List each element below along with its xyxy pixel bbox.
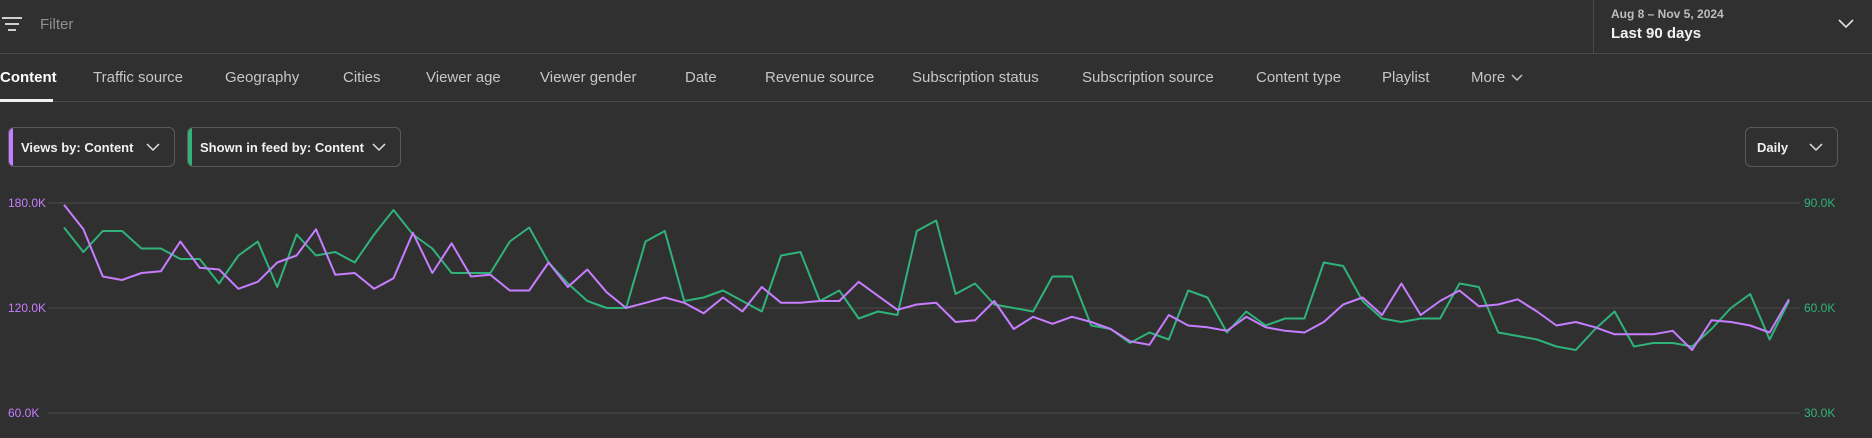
interval-label: Daily xyxy=(1757,139,1789,155)
chevron-down-icon xyxy=(1809,143,1823,152)
feed-series-color xyxy=(188,128,192,166)
dimension-tabs: Content Traffic source Geography Cities … xyxy=(0,54,1872,102)
date-range-label: Last 90 days xyxy=(1611,25,1702,42)
filter-input[interactable]: Filter xyxy=(40,16,73,33)
date-range-dates: Aug 8 – Nov 5, 2024 xyxy=(1611,7,1724,21)
tab-subscription-status[interactable]: Subscription status xyxy=(912,69,1039,86)
tab-more[interactable]: More xyxy=(1471,69,1523,86)
chevron-down-icon xyxy=(372,143,386,152)
filter-list-icon[interactable] xyxy=(2,17,24,35)
top-filter-bar: Filter Aug 8 – Nov 5, 2024 Last 90 days xyxy=(0,0,1872,54)
right-axis-tick-label: 90.0K xyxy=(1804,196,1835,210)
active-tab-indicator xyxy=(0,99,53,102)
feed-metric-selector[interactable]: Shown in feed by: Content xyxy=(187,127,401,167)
date-range-selector[interactable]: Aug 8 – Nov 5, 2024 Last 90 days xyxy=(1593,0,1872,53)
left-axis-tick-label: 180.0K xyxy=(8,196,46,210)
feed-selector-label: Shown in feed by: Content xyxy=(200,139,364,155)
chevron-down-icon xyxy=(146,143,160,152)
chevron-down-icon xyxy=(1838,19,1854,29)
views-selector-label: Views by: Content xyxy=(21,139,134,155)
right-axis-tick-label: 30.0K xyxy=(1804,406,1835,420)
views-metric-selector[interactable]: Views by: Content xyxy=(8,127,175,167)
tab-more-label: More xyxy=(1471,69,1506,86)
left-axis-tick-label: 120.0K xyxy=(8,301,46,315)
line-chart: 180.0K 90.0K 120.0K 60.0K 60.0K 30.0K xyxy=(8,196,1835,420)
tab-viewer-gender[interactable]: Viewer gender xyxy=(540,69,636,86)
tab-cities[interactable]: Cities xyxy=(343,69,381,86)
tab-geography[interactable]: Geography xyxy=(225,69,299,86)
tab-content[interactable]: Content xyxy=(0,69,57,86)
interval-selector[interactable]: Daily xyxy=(1745,127,1838,167)
right-axis-tick-label: 60.0K xyxy=(1804,301,1835,315)
chevron-down-icon xyxy=(1511,74,1523,82)
tab-content-type[interactable]: Content type xyxy=(1256,69,1341,86)
tab-subscription-source[interactable]: Subscription source xyxy=(1082,69,1214,86)
tab-playlist[interactable]: Playlist xyxy=(1382,69,1430,86)
tab-viewer-age[interactable]: Viewer age xyxy=(426,69,501,86)
left-axis-tick-label: 60.0K xyxy=(8,406,39,420)
tab-revenue-source[interactable]: Revenue source xyxy=(765,69,874,86)
feed-series-line xyxy=(63,209,1790,351)
views-series-color xyxy=(9,128,13,166)
tab-traffic-source[interactable]: Traffic source xyxy=(93,69,183,86)
tab-date[interactable]: Date xyxy=(685,69,717,86)
